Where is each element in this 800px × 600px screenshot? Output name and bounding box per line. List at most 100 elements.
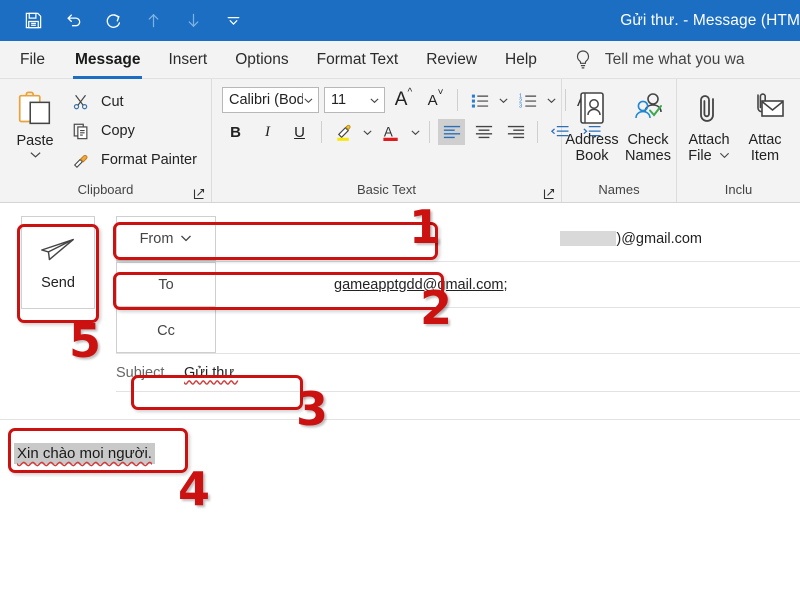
bullets-button[interactable] <box>466 87 493 113</box>
basic-text-dialog-launcher-icon[interactable] <box>543 188 555 200</box>
clipboard-dialog-launcher-icon[interactable] <box>193 188 205 200</box>
previous-item-icon[interactable] <box>142 10 164 32</box>
basic-text-group-label: Basic Text <box>212 182 561 202</box>
numbering-button[interactable]: 1 2 3 <box>514 87 541 113</box>
tab-insert[interactable]: Insert <box>154 41 221 79</box>
align-left-button[interactable] <box>438 119 465 145</box>
attach-item-label: Attac Item <box>748 132 782 164</box>
italic-button[interactable]: I <box>254 119 281 145</box>
font-color-chevron-down-icon[interactable] <box>410 127 421 138</box>
from-email-suffix: )@gmail.com <box>616 230 702 247</box>
to-field-row: To gameapptgdd@gmail.com; <box>116 262 800 308</box>
format-painter-label: Format Painter <box>101 152 197 168</box>
clipboard-icon <box>18 91 51 125</box>
format-painter-button[interactable]: Format Painter <box>70 147 197 173</box>
address-book-label: Address Book <box>565 132 619 164</box>
window-title: Gửi thư. - Message (HTM <box>620 12 800 29</box>
quick-access-toolbar <box>0 10 244 32</box>
font-size-combobox[interactable]: 11 <box>324 87 385 113</box>
align-right-button[interactable] <box>502 119 529 145</box>
address-book-button[interactable]: Address Book <box>564 83 620 164</box>
paste-button[interactable]: Paste <box>0 83 70 159</box>
highlight-chevron-down-icon[interactable] <box>362 127 373 138</box>
tab-file[interactable]: File <box>0 41 61 79</box>
ribbon-group-clipboard: Paste Cut Copy Format Painter Clipboard <box>0 79 212 202</box>
paperclip-icon <box>700 95 714 122</box>
check-names-label: Check Names <box>625 132 671 164</box>
cut-button[interactable]: Cut <box>70 89 197 115</box>
divider <box>321 121 322 143</box>
to-recipient: gameapptgdd@gmail.com; <box>334 276 508 293</box>
divider <box>537 121 538 143</box>
align-center-button[interactable] <box>470 119 497 145</box>
numbering-chevron-down-icon[interactable] <box>546 95 557 106</box>
tell-me-search[interactable]: Tell me what you wa <box>573 49 745 71</box>
chevron-down-icon[interactable] <box>369 95 380 106</box>
paste-label: Paste <box>16 133 54 149</box>
tab-help[interactable]: Help <box>491 41 551 79</box>
tab-options[interactable]: Options <box>221 41 302 79</box>
send-button-label: Send <box>41 274 75 291</box>
scissors-icon <box>70 91 92 113</box>
customize-quick-access-toolbar-icon[interactable] <box>222 10 244 32</box>
chevron-down-icon[interactable] <box>303 95 314 106</box>
subject-field-row: Subject Gửi thư. <box>116 354 800 392</box>
chevron-down-icon[interactable] <box>29 150 42 159</box>
text-highlight-color-button[interactable] <box>330 119 357 145</box>
attach-file-button[interactable]: Attach File <box>681 83 737 164</box>
tell-me-placeholder: Tell me what you wa <box>604 50 745 68</box>
subject-input[interactable]: Gửi thư. <box>184 365 238 381</box>
message-header-area: Send From )@gmail.com To gameapptgdd@gma… <box>0 204 800 419</box>
send-button[interactable]: Send <box>21 216 95 309</box>
ribbon-tab-strip: File Message Insert Options Format Text … <box>0 41 800 79</box>
bullets-chevron-down-icon[interactable] <box>498 95 509 106</box>
redo-icon[interactable] <box>102 10 124 32</box>
undo-icon[interactable] <box>62 10 84 32</box>
send-arrow-icon <box>41 238 74 260</box>
grow-font-button[interactable]: A ^ <box>390 87 417 113</box>
copy-label: Copy <box>101 123 135 139</box>
svg-text:A: A <box>384 124 393 139</box>
underline-button[interactable]: U <box>286 119 313 145</box>
save-icon[interactable] <box>22 10 44 32</box>
lightbulb-icon <box>576 49 590 68</box>
to-input[interactable]: gameapptgdd@gmail.com; <box>216 262 800 307</box>
title-bar: Gửi thư. - Message (HTM <box>0 0 800 41</box>
message-body-area[interactable]: Xin chào moi người. <box>0 419 800 600</box>
cc-label: Cc <box>157 322 175 339</box>
from-field-row: From )@gmail.com <box>116 216 800 262</box>
cc-input[interactable] <box>216 308 800 353</box>
include-group-label: Inclu <box>724 182 753 197</box>
from-value[interactable]: )@gmail.com <box>216 216 800 261</box>
next-item-icon[interactable] <box>182 10 204 32</box>
font-name-combobox[interactable]: Calibri (Bod <box>222 87 319 113</box>
ribbon: Paste Cut Copy Format Painter Clipboard … <box>0 79 800 203</box>
shrink-font-button[interactable]: A ˅ <box>422 87 449 113</box>
from-button[interactable]: From <box>116 216 216 261</box>
font-color-button[interactable]: A <box>378 119 405 145</box>
svg-text:3: 3 <box>519 104 522 109</box>
attach-item-button[interactable]: Attac Item <box>737 83 793 164</box>
check-names-button[interactable]: Check Names <box>620 83 676 164</box>
attach-item-icon <box>757 93 784 117</box>
from-label: From <box>139 230 174 247</box>
bold-button[interactable]: B <box>222 119 249 145</box>
address-book-icon <box>580 92 604 124</box>
paintbrush-icon <box>70 149 92 171</box>
chevron-down-icon[interactable] <box>719 151 730 160</box>
tab-review[interactable]: Review <box>412 41 491 79</box>
message-body-text[interactable]: Xin chào moi người. <box>14 443 155 464</box>
tab-message[interactable]: Message <box>61 41 154 79</box>
redacted-email-block <box>560 231 617 246</box>
check-names-icon <box>635 93 662 119</box>
to-button[interactable]: To <box>116 262 216 307</box>
ribbon-group-names: Address Book Check Names Names <box>562 79 677 202</box>
copy-button[interactable]: Copy <box>70 118 197 144</box>
cut-label: Cut <box>101 94 124 110</box>
cc-field-row: Cc <box>116 308 800 354</box>
cc-button[interactable]: Cc <box>116 308 216 353</box>
tab-format-text[interactable]: Format Text <box>303 41 413 79</box>
subject-label: Subject <box>116 364 165 381</box>
clipboard-command-list: Cut Copy Format Painter <box>70 83 197 173</box>
chevron-down-icon[interactable] <box>180 234 192 243</box>
